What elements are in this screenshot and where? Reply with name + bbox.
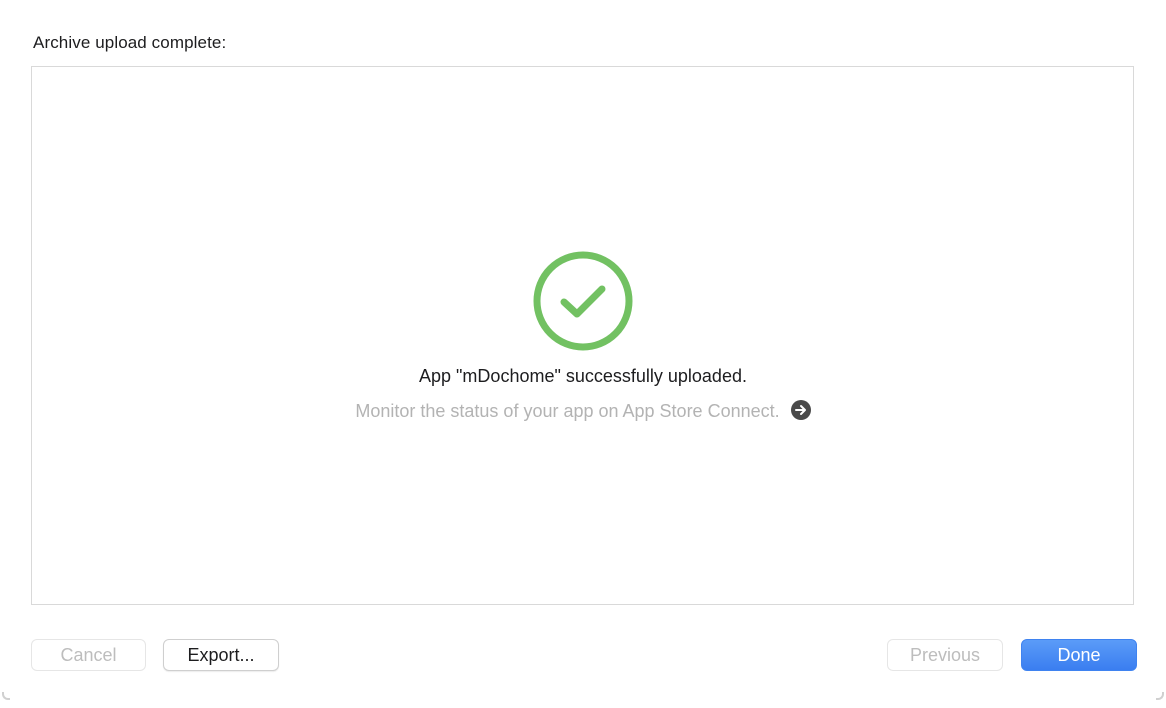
app-store-connect-link-row: Monitor the status of your app on App St… (0, 400, 1166, 422)
window-corner-right (1156, 692, 1164, 700)
checkmark-circle-icon (533, 251, 633, 351)
success-message: App "mDochome" successfully uploaded. (419, 366, 747, 386)
arrow-right-circle-icon[interactable] (790, 400, 811, 420)
done-button[interactable]: Done (1021, 639, 1137, 671)
window-corner-left (2, 692, 10, 700)
previous-button[interactable]: Previous (887, 639, 1003, 671)
page-title: Archive upload complete: (33, 33, 227, 52)
upload-complete-sheet: Archive upload complete: App "mDochome" … (0, 0, 1166, 708)
app-store-connect-link[interactable]: Monitor the status of your app on App St… (355, 401, 779, 421)
cancel-button[interactable]: Cancel (31, 639, 146, 671)
export-button[interactable]: Export... (163, 639, 279, 671)
